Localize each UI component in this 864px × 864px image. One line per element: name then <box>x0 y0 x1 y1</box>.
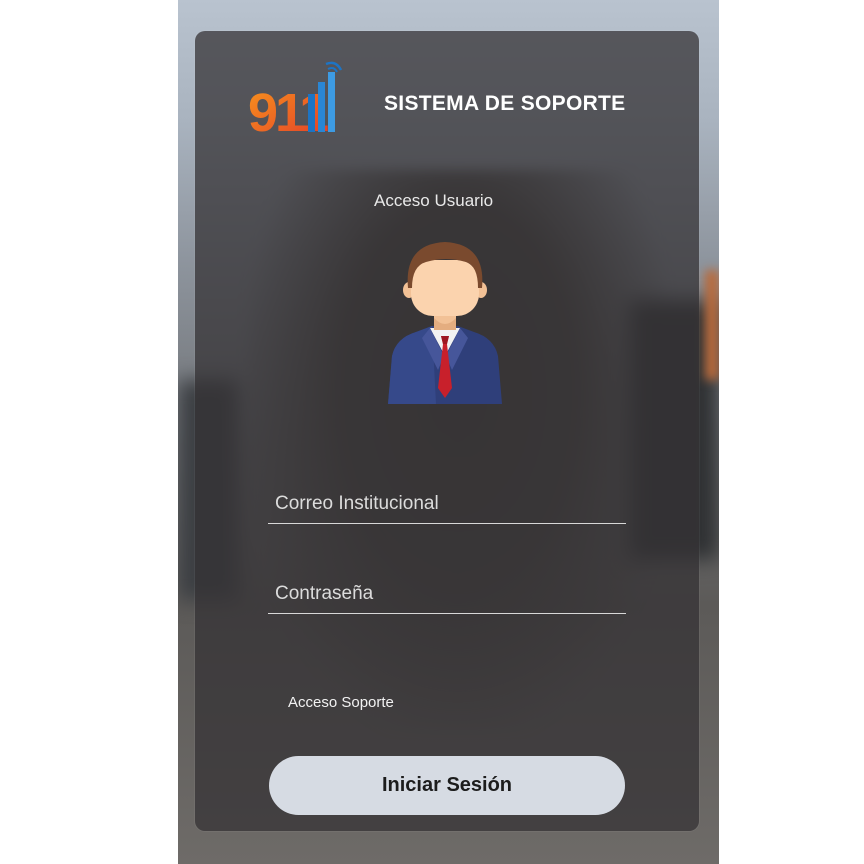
section-title: Acceso Usuario <box>374 191 494 210</box>
support-access-link[interactable]: Acceso Soporte <box>288 694 394 711</box>
background-accent <box>705 270 719 380</box>
logo-911-icon: 911 <box>248 61 343 138</box>
login-card <box>195 31 699 831</box>
system-title: SISTEMA DE SOPORTE <box>384 92 626 115</box>
email-field[interactable] <box>268 484 626 524</box>
businessman-avatar-icon <box>388 242 502 404</box>
logo-text: 911 <box>248 83 328 138</box>
login-button[interactable]: Iniciar Sesión <box>269 756 625 815</box>
password-field[interactable] <box>268 574 626 614</box>
